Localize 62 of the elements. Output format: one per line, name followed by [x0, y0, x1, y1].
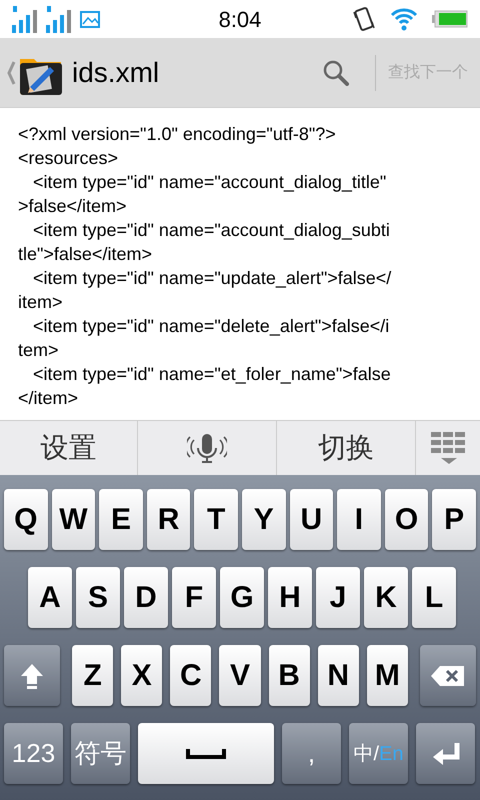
text-line: >false</item> — [18, 195, 128, 218]
key[interactable]: R — [146, 489, 190, 550]
key[interactable]: B — [268, 645, 310, 706]
key[interactable]: W — [52, 489, 96, 550]
key[interactable]: Y — [242, 489, 286, 550]
key[interactable]: Z — [72, 645, 114, 706]
clock: 8:04 — [218, 6, 262, 34]
key[interactable]: E — [99, 489, 143, 550]
key[interactable]: U — [290, 489, 334, 550]
text-line: tle">false</item> — [18, 243, 153, 266]
text-line: <item type="id" name="account_dialog_title" — [32, 171, 388, 194]
signal-icon — [46, 5, 72, 33]
key[interactable]: Q — [4, 489, 48, 550]
arrow-up-icon — [19, 662, 46, 690]
key[interactable]: D — [124, 567, 168, 628]
text-line: <item type="id" name="delete_alert">false</i — [32, 315, 390, 338]
key[interactable]: H — [268, 567, 312, 628]
space-key[interactable] — [138, 723, 274, 784]
text-line: <?xml version="1.0" encoding="utf-8"?> — [18, 123, 337, 146]
battery-icon — [432, 10, 468, 28]
key[interactable]: N — [318, 645, 359, 706]
keyboard-grid-icon — [431, 432, 465, 464]
key[interactable]: V — [219, 645, 261, 706]
text-line: item> — [18, 291, 64, 314]
key[interactable]: 符号 — [71, 723, 130, 784]
space-icon — [186, 748, 226, 758]
text-line: <resources> — [18, 147, 120, 170]
key[interactable]: S — [76, 567, 120, 628]
key[interactable]: O — [384, 489, 428, 550]
enter-key[interactable] — [416, 723, 475, 784]
key[interactable]: , — [282, 723, 341, 784]
key[interactable]: I — [337, 489, 381, 550]
shift-key[interactable] — [4, 645, 60, 706]
search-icon — [323, 60, 349, 86]
signal-icon — [12, 5, 38, 33]
image-icon — [80, 9, 100, 29]
text-line: </item> — [18, 387, 80, 410]
back-icon — [6, 60, 16, 86]
key[interactable]: K — [364, 567, 408, 628]
key[interactable]: F — [172, 567, 216, 628]
key[interactable]: M — [366, 645, 408, 706]
backspace-icon — [430, 664, 466, 688]
text-line: <item type="id" name="account_dialog_subti — [32, 219, 391, 242]
key[interactable]: A — [28, 567, 72, 628]
text-line: <item type="id" name="update_alert">false</ — [32, 267, 392, 290]
text-line: tem> — [18, 339, 60, 362]
key[interactable]: P — [432, 489, 476, 550]
microphone-icon — [187, 432, 227, 464]
key[interactable]: G — [220, 567, 264, 628]
text-line: <item type="id" name="et_foler_name">false — [32, 363, 392, 386]
vibrate-icon — [352, 6, 376, 32]
backspace-key[interactable] — [420, 645, 476, 706]
language-key[interactable]: 中/En — [349, 723, 408, 784]
key[interactable]: C — [170, 645, 212, 706]
key[interactable]: 123 — [4, 723, 63, 784]
key[interactable]: X — [121, 645, 162, 706]
wifi-icon — [390, 6, 418, 32]
enter-icon — [430, 740, 460, 766]
key[interactable]: T — [194, 489, 238, 550]
key[interactable]: J — [316, 567, 360, 628]
window-title: ids.xml — [72, 56, 160, 90]
key[interactable]: L — [412, 567, 456, 628]
